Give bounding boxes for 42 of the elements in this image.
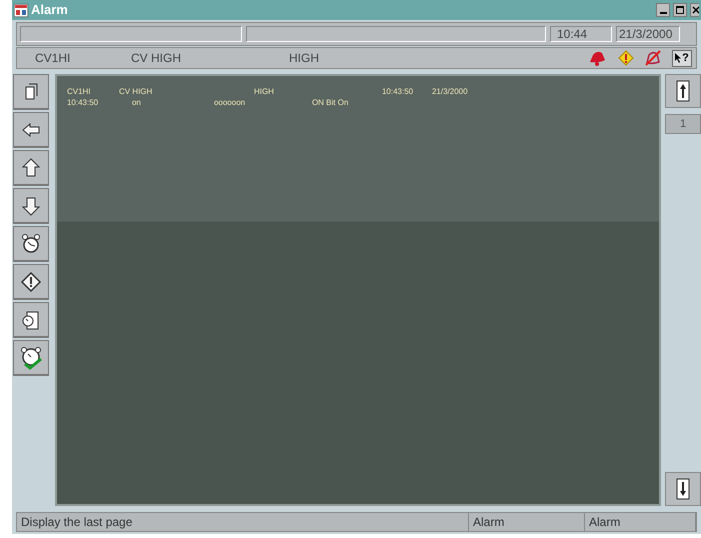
bell-icon[interactable] [588,50,608,66]
alarm-field: on [132,98,214,108]
toolbar-button[interactable] [13,112,49,148]
toolbar-button[interactable] [13,302,49,338]
warning-diamond-icon [18,270,43,294]
alarm-field: 10:43:50 [382,86,432,96]
alarm-field: oooooon [214,98,312,108]
date-field: 21/3/2000 [616,26,680,42]
close-button[interactable] [690,3,699,17]
alarm-field: ON Bit On [312,98,372,108]
no-alarm-icon[interactable] [644,50,662,66]
alarm-tag: CV1HI [35,49,131,67]
alarm-description: CV HIGH [131,50,182,67]
status-text: Alarm [469,513,585,531]
status-text: Display the last page [17,513,469,531]
minimize-button[interactable] [656,3,670,17]
window-title: Alarm [31,1,68,20]
alarm-field: HIGH [254,86,382,96]
alarm-field: CV1HI [66,86,119,96]
alarm-state: HIGH [289,50,319,67]
page-down-button[interactable] [665,472,701,506]
toolbar-button[interactable] [13,264,49,300]
pointer-icon [675,53,682,63]
page-number: 1 [665,114,701,134]
toolbar-button[interactable] [13,226,49,262]
maximize-button[interactable] [673,3,687,17]
page-down-icon [675,477,692,501]
warning-icon[interactable] [618,50,634,66]
page-up-icon [675,79,692,103]
toolbar-button[interactable] [13,74,49,110]
alarm-field: 21/3/2000 [432,86,492,96]
status-text: Alarm [585,513,696,531]
page-up-button[interactable] [665,74,701,108]
toolbar-button[interactable] [13,188,49,224]
alarm-field: CV HIGH [118,86,254,96]
help-button[interactable]: ? [672,50,692,66]
toolbar-button[interactable] [13,150,49,186]
toolbar-button[interactable] [13,340,49,376]
app-icon [14,4,28,16]
alarm-field: 10:43:50 [66,98,132,108]
time-field: 10:44 [550,26,612,42]
clock-check-icon [18,346,43,370]
